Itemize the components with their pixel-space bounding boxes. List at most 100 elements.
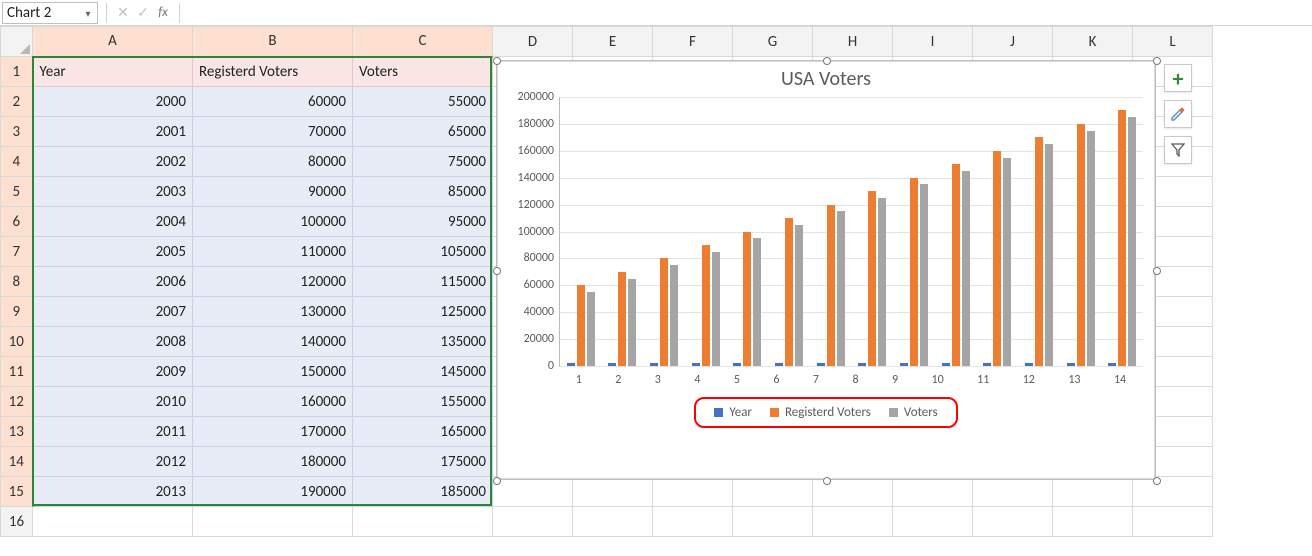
cell-C8[interactable]: 115000: [353, 267, 493, 297]
row-header-12[interactable]: 12: [1, 387, 33, 417]
chart-bar-voters[interactable]: [1045, 144, 1053, 366]
chart-bar-group[interactable]: [817, 205, 845, 366]
cell-B2[interactable]: 60000: [193, 87, 353, 117]
column-header-K[interactable]: K: [1053, 27, 1133, 57]
chart-bar-year[interactable]: [1025, 363, 1033, 366]
chart-bar-year[interactable]: [983, 363, 991, 366]
row-header-10[interactable]: 10: [1, 327, 33, 357]
row-header-6[interactable]: 6: [1, 207, 33, 237]
chart-bar-group[interactable]: [608, 272, 636, 366]
column-header-D[interactable]: D: [493, 27, 573, 57]
cell-A4[interactable]: 2002: [33, 147, 193, 177]
chart-bar-registered[interactable]: [910, 178, 918, 366]
column-header-B[interactable]: B: [193, 27, 353, 57]
column-header-J[interactable]: J: [973, 27, 1053, 57]
column-header-H[interactable]: H: [813, 27, 893, 57]
chart-bar-year[interactable]: [775, 363, 783, 366]
chart-bar-voters[interactable]: [795, 225, 803, 366]
chart-bar-registered[interactable]: [702, 245, 710, 366]
chart-bar-registered[interactable]: [785, 218, 793, 366]
cell-B5[interactable]: 90000: [193, 177, 353, 207]
cell-D15[interactable]: [493, 477, 573, 507]
row-header-14[interactable]: 14: [1, 447, 33, 477]
cell-C7[interactable]: 105000: [353, 237, 493, 267]
chart-legend[interactable]: Year Registerd Voters Voters: [694, 397, 957, 428]
chart-bar-year[interactable]: [858, 363, 866, 366]
chart-resize-handle[interactable]: [1153, 477, 1161, 485]
chart-bar-voters[interactable]: [670, 265, 678, 366]
cell-C10[interactable]: 135000: [353, 327, 493, 357]
chart-bar-group[interactable]: [733, 232, 761, 367]
cell-C5[interactable]: 85000: [353, 177, 493, 207]
chart-bar-year[interactable]: [650, 363, 658, 366]
cell-G16[interactable]: [733, 507, 813, 537]
chart-resize-handle[interactable]: [1153, 57, 1161, 65]
legend-item-year[interactable]: Year: [714, 405, 752, 420]
chart-resize-handle[interactable]: [493, 57, 501, 65]
chart-bar-registered[interactable]: [660, 258, 668, 366]
row-header-11[interactable]: 11: [1, 357, 33, 387]
cell-A1[interactable]: Year: [33, 57, 193, 87]
cell-B6[interactable]: 100000: [193, 207, 353, 237]
chart-bar-group[interactable]: [1025, 137, 1053, 366]
chart-filters-button[interactable]: [1164, 136, 1192, 164]
cell-B3[interactable]: 70000: [193, 117, 353, 147]
chart-bar-year[interactable]: [733, 363, 741, 366]
cell-C1[interactable]: Voters: [353, 57, 493, 87]
chart-bar-voters[interactable]: [1003, 158, 1011, 366]
chart-bar-year[interactable]: [817, 363, 825, 366]
chart-bar-group[interactable]: [858, 191, 886, 366]
row-header-16[interactable]: 16: [1, 507, 33, 537]
chart-resize-handle[interactable]: [823, 57, 831, 65]
cell-L15[interactable]: [1133, 477, 1213, 507]
chart-bar-registered[interactable]: [1118, 110, 1126, 366]
chart-styles-button[interactable]: [1164, 100, 1192, 128]
chart-bar-registered[interactable]: [1077, 124, 1085, 366]
cell-A6[interactable]: 2004: [33, 207, 193, 237]
formula-input[interactable]: [186, 2, 1312, 24]
cell-B13[interactable]: 170000: [193, 417, 353, 447]
insert-function-icon[interactable]: fx: [153, 5, 173, 20]
cell-H16[interactable]: [813, 507, 893, 537]
cell-C2[interactable]: 55000: [353, 87, 493, 117]
chart-bar-registered[interactable]: [993, 151, 1001, 366]
row-header-3[interactable]: 3: [1, 117, 33, 147]
chart-bar-registered[interactable]: [827, 205, 835, 366]
chart-bar-voters[interactable]: [878, 198, 886, 366]
cell-C13[interactable]: 165000: [353, 417, 493, 447]
cell-C12[interactable]: 155000: [353, 387, 493, 417]
chart-bar-voters[interactable]: [587, 292, 595, 366]
cell-A5[interactable]: 2003: [33, 177, 193, 207]
column-header-E[interactable]: E: [573, 27, 653, 57]
chart-bar-group[interactable]: [775, 218, 803, 366]
cell-B10[interactable]: 140000: [193, 327, 353, 357]
chart-resize-handle[interactable]: [823, 477, 831, 485]
chart-bar-registered[interactable]: [868, 191, 876, 366]
chart-plot-area[interactable]: 0200004000060000800001000001200001400001…: [559, 97, 1143, 367]
cell-A10[interactable]: 2008: [33, 327, 193, 357]
row-header-9[interactable]: 9: [1, 297, 33, 327]
cell-A11[interactable]: 2009: [33, 357, 193, 387]
column-header-F[interactable]: F: [653, 27, 733, 57]
chart-bar-year[interactable]: [942, 363, 950, 366]
chart-bar-voters[interactable]: [837, 211, 845, 366]
cell-A7[interactable]: 2005: [33, 237, 193, 267]
cell-C15[interactable]: 185000: [353, 477, 493, 507]
cell-I15[interactable]: [893, 477, 973, 507]
chart-bar-group[interactable]: [900, 178, 928, 366]
legend-item-registered[interactable]: Registerd Voters: [770, 405, 871, 420]
cell-B14[interactable]: 180000: [193, 447, 353, 477]
cell-B12[interactable]: 160000: [193, 387, 353, 417]
cell-J16[interactable]: [973, 507, 1053, 537]
cell-C6[interactable]: 95000: [353, 207, 493, 237]
chart-bar-registered[interactable]: [743, 232, 751, 367]
chart-bar-group[interactable]: [1108, 110, 1136, 366]
cell-C11[interactable]: 145000: [353, 357, 493, 387]
chart-bar-year[interactable]: [1067, 363, 1075, 366]
chart-bar-voters[interactable]: [962, 171, 970, 366]
cell-B4[interactable]: 80000: [193, 147, 353, 177]
cell-K16[interactable]: [1053, 507, 1133, 537]
chart-resize-handle[interactable]: [493, 267, 501, 275]
cell-B1[interactable]: Registerd Voters: [193, 57, 353, 87]
column-header-C[interactable]: C: [353, 27, 493, 57]
